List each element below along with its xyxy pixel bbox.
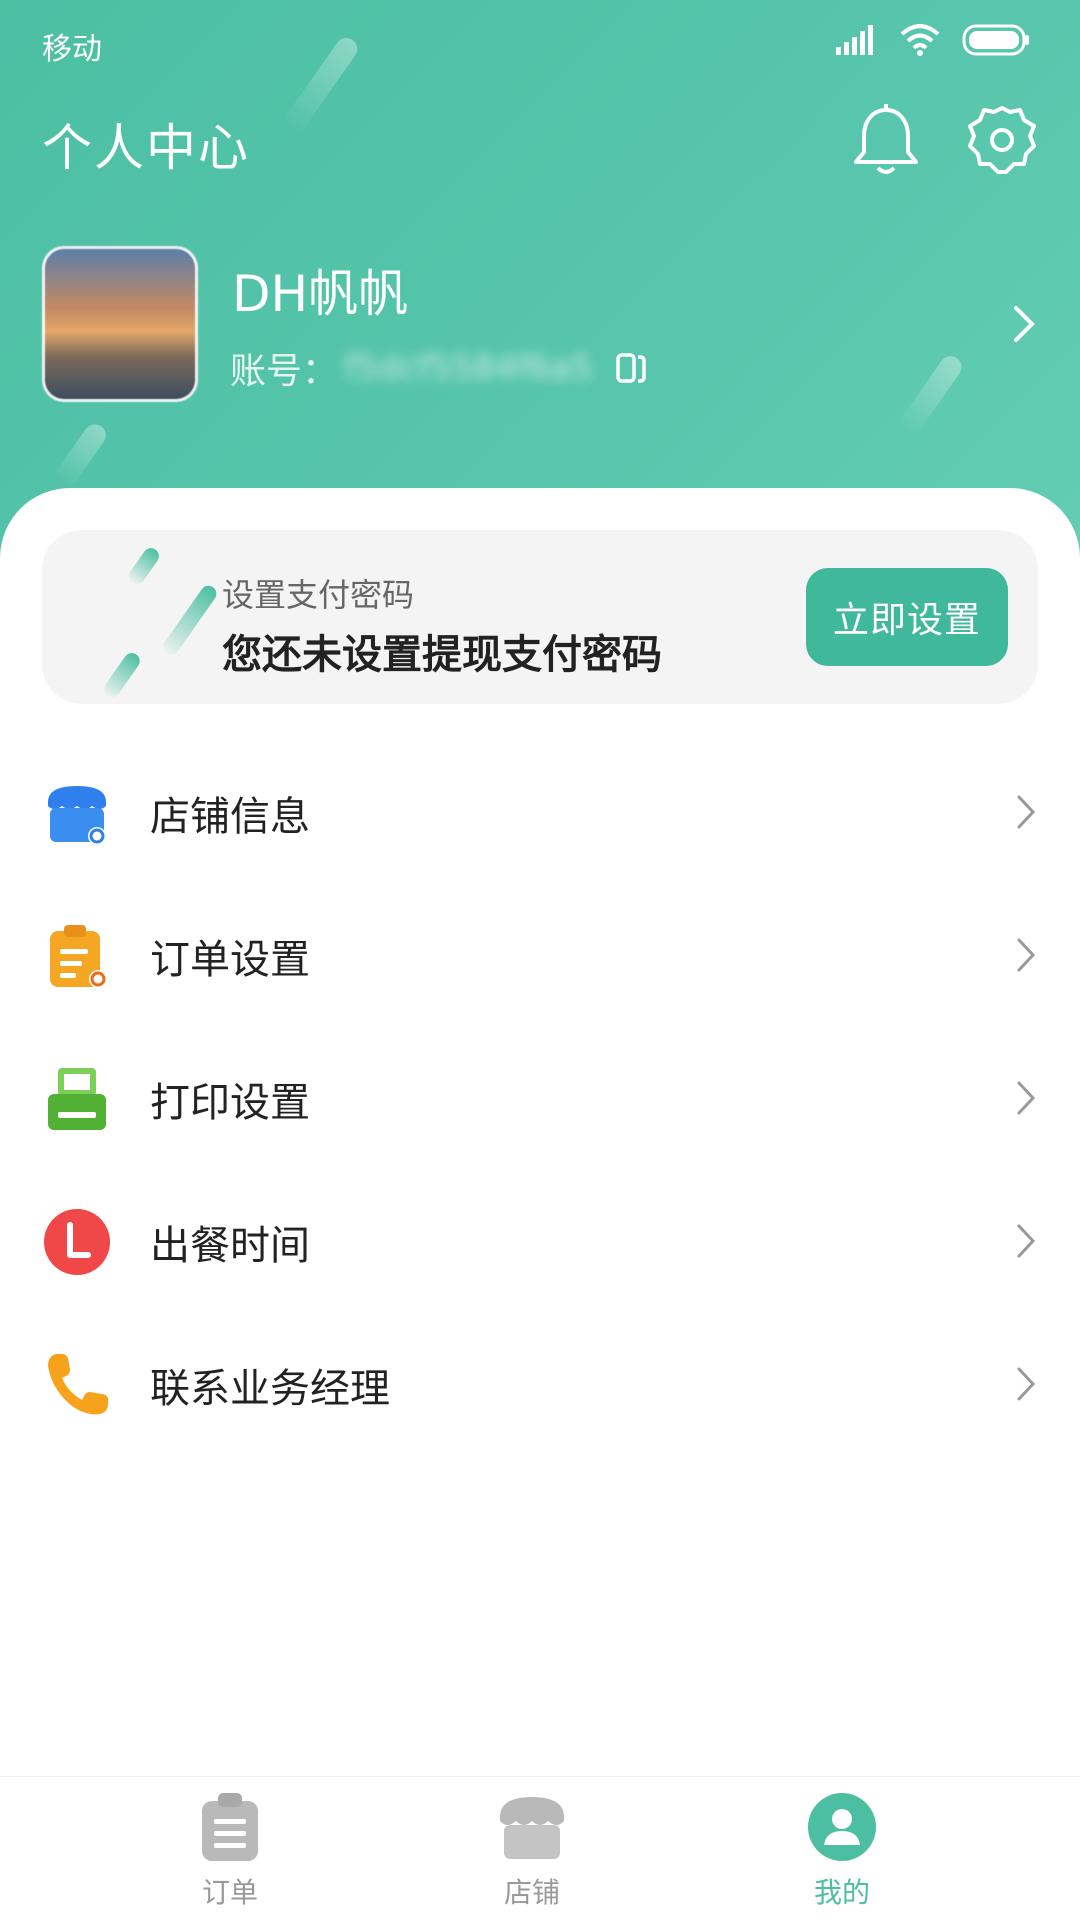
clock-icon <box>44 1209 110 1275</box>
card-subtitle: 设置支付密码 <box>222 576 415 614</box>
chevron-right-icon <box>1017 1367 1036 1401</box>
chevron-right-icon <box>1017 1224 1036 1258</box>
phone-icon <box>48 1354 108 1415</box>
tab-mine[interactable]: 我的 <box>742 1777 942 1921</box>
payment-password-card[interactable]: 设置支付密码 您还未设置提现支付密码 立即设置 <box>42 530 1038 704</box>
profile-section[interactable]: DH帆帆 账号： f5dcf5584f6a5 <box>0 240 1080 410</box>
card-message: 您还未设置提现支付密码 <box>222 632 662 678</box>
chevron-right-icon[interactable] <box>1012 304 1036 344</box>
menu-item-label: 联系业务经理 <box>150 1366 390 1412</box>
chevron-right-icon <box>1017 1081 1036 1115</box>
printer-icon <box>48 1068 106 1130</box>
tab-store[interactable]: 店铺 <box>432 1777 632 1921</box>
store-settings-icon <box>48 786 106 845</box>
bell-icon[interactable] <box>848 102 924 178</box>
menu-item-meal-time[interactable]: 出餐时间 <box>0 1169 1080 1312</box>
menu-item-contact-manager[interactable]: 联系业务经理 <box>0 1312 1080 1455</box>
decor-streak <box>51 420 111 490</box>
tab-label: 我的 <box>813 1876 870 1909</box>
set-now-button[interactable]: 立即设置 <box>806 568 1008 666</box>
gear-icon[interactable] <box>964 102 1040 178</box>
menu-item-label: 店铺信息 <box>150 794 310 840</box>
account-label: 账号： <box>230 351 339 392</box>
chevron-right-icon <box>1017 938 1036 972</box>
wifi-icon <box>900 24 940 56</box>
menu-item-store-info[interactable]: 店铺信息 <box>0 740 1080 883</box>
menu-item-order-settings[interactable]: 订单设置 <box>0 883 1080 1026</box>
menu-item-label: 出餐时间 <box>150 1223 310 1269</box>
status-bar: 移动 <box>0 0 1080 90</box>
menu-item-print-settings[interactable]: 打印设置 <box>0 1026 1080 1169</box>
username: DH帆帆 <box>232 265 409 323</box>
tab-bar: 订单 店铺 我的 <box>0 1776 1080 1921</box>
user-icon <box>808 1793 876 1861</box>
avatar[interactable] <box>42 246 198 402</box>
decor-streak <box>160 582 220 658</box>
header: 移动 个人中心 DH帆帆 账号： f5dcf5584f6a5 <box>0 0 1080 560</box>
menu-list: 店铺信息 订单设置 打印设置 出餐时间 联系业务经理 <box>0 740 1080 1455</box>
menu-item-label: 订单设置 <box>150 937 310 983</box>
decor-streak <box>125 545 163 587</box>
carrier-label: 移动 <box>42 32 102 67</box>
account-value: f5dcf5584f6a5 <box>344 348 593 388</box>
tab-label: 店铺 <box>503 1876 560 1909</box>
chevron-right-icon <box>1017 795 1036 829</box>
battery-icon <box>962 24 1029 56</box>
clipboard-icon <box>202 1793 258 1861</box>
page-title: 个人中心 <box>42 119 250 177</box>
store-icon <box>500 1797 564 1859</box>
decor-streak <box>101 649 143 701</box>
tab-orders[interactable]: 订单 <box>130 1777 330 1921</box>
menu-item-label: 打印设置 <box>150 1080 310 1126</box>
tab-label: 订单 <box>201 1876 258 1909</box>
signal-icon <box>836 25 873 55</box>
order-settings-icon <box>50 925 107 988</box>
copy-icon[interactable] <box>614 351 648 385</box>
